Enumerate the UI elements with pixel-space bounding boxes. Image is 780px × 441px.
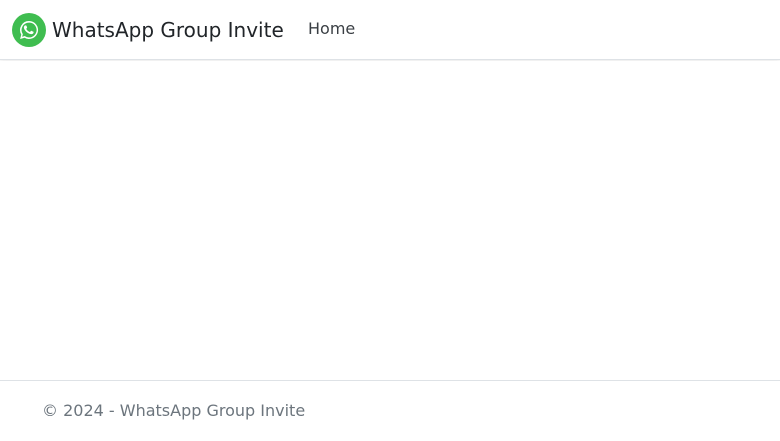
main-content (0, 61, 780, 380)
top-navbar: WhatsApp Group Invite Home (0, 0, 780, 60)
whatsapp-icon (12, 13, 46, 47)
nav-link-home[interactable]: Home (308, 18, 355, 40)
footer-copyright: © 2024 - WhatsApp Group Invite (42, 401, 306, 420)
footer: © 2024 - WhatsApp Group Invite (0, 380, 780, 441)
brand-link[interactable]: WhatsApp Group Invite (12, 13, 284, 47)
brand-title: WhatsApp Group Invite (52, 18, 284, 42)
